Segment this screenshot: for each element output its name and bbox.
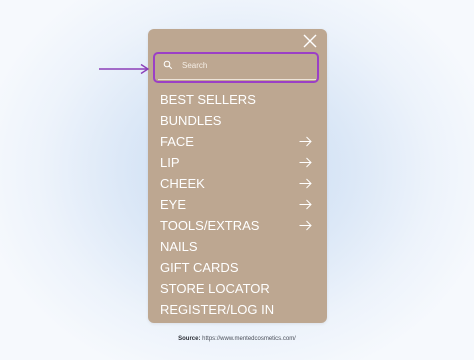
menu-item-store-locator[interactable]: STORE LOCATOR bbox=[160, 278, 316, 299]
menu-item-cheek[interactable]: CHEEK bbox=[160, 173, 316, 194]
menu-item-label: REGISTER/LOG IN bbox=[160, 302, 275, 317]
menu-item-gift-cards[interactable]: GIFT CARDS bbox=[160, 257, 316, 278]
menu-item-label: TOOLS/EXTRAS bbox=[160, 218, 260, 233]
menu-item-label: STORE LOCATOR bbox=[160, 281, 270, 296]
menu-item-eye[interactable]: EYE bbox=[160, 194, 316, 215]
menu-item-label: NAILS bbox=[160, 239, 198, 254]
close-icon bbox=[303, 34, 317, 48]
menu-item-bundles[interactable]: BUNDLES bbox=[160, 110, 316, 131]
menu-item-register-login[interactable]: REGISTER/LOG IN bbox=[160, 299, 316, 320]
menu-item-label: FACE bbox=[160, 134, 194, 149]
arrow-right-icon[interactable] bbox=[299, 157, 312, 168]
arrow-right-icon[interactable] bbox=[299, 220, 312, 231]
menu-item-best-sellers[interactable]: BEST SELLERS bbox=[160, 89, 316, 110]
menu-item-tools-extras[interactable]: TOOLS/EXTRAS bbox=[160, 215, 316, 236]
source-url: https://www.mentedcosmetics.com/ bbox=[202, 336, 296, 342]
source-label: Source: bbox=[178, 336, 201, 342]
menu-item-face[interactable]: FACE bbox=[160, 131, 316, 152]
search-highlight-box bbox=[153, 52, 319, 83]
pointer-arrow-icon bbox=[98, 63, 152, 75]
menu-item-label: BEST SELLERS bbox=[160, 92, 256, 107]
menu-list: BEST SELLERS BUNDLES FACE LIP CHEEK EYE … bbox=[160, 89, 316, 320]
arrow-right-icon[interactable] bbox=[299, 136, 312, 147]
menu-item-nails[interactable]: NAILS bbox=[160, 236, 316, 257]
menu-item-lip[interactable]: LIP bbox=[160, 152, 316, 173]
menu-item-label: GIFT CARDS bbox=[160, 260, 239, 275]
menu-item-label: EYE bbox=[160, 197, 187, 212]
source-caption: Source: https://www.mentedcosmetics.com/ bbox=[0, 336, 474, 342]
arrow-right-icon[interactable] bbox=[299, 199, 312, 210]
menu-item-label: CHEEK bbox=[160, 176, 205, 191]
menu-item-label: BUNDLES bbox=[160, 113, 222, 128]
arrow-right-icon[interactable] bbox=[299, 178, 312, 189]
menu-item-label: LIP bbox=[160, 155, 180, 170]
close-button[interactable] bbox=[302, 33, 318, 49]
